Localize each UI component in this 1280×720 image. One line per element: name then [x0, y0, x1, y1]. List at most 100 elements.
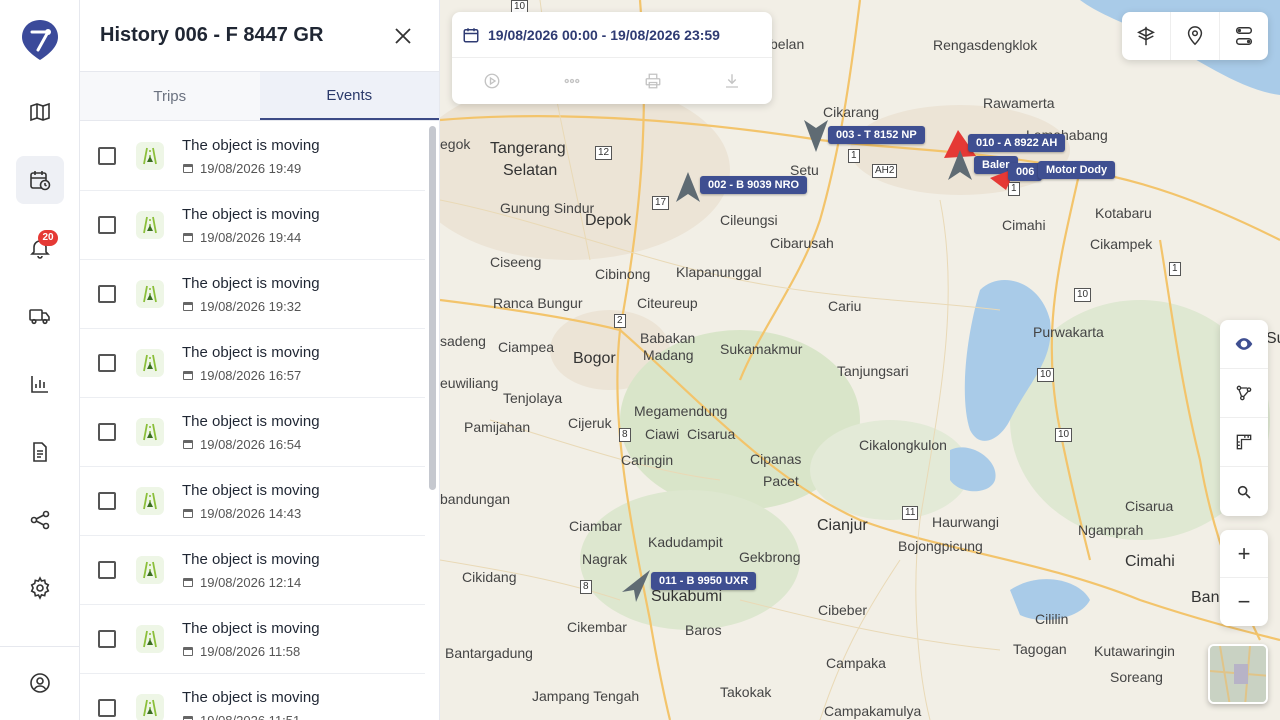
event-checkbox[interactable] [98, 561, 116, 579]
vehicle-marker-icon[interactable] [946, 148, 974, 184]
place-label: Tanjungsari [837, 363, 909, 379]
vehicle-marker-icon[interactable] [618, 568, 652, 604]
map-nav-button[interactable] [16, 88, 64, 136]
vehicle-marker-icon[interactable] [802, 118, 830, 154]
profile-nav-button[interactable] [16, 659, 64, 707]
road-shield: 10 [1055, 428, 1073, 442]
date-range-picker[interactable]: 19/08/2026 00:00 - 19/08/2026 23:59 [452, 12, 772, 58]
event-text: The object is moving 19/08/2026 12:14 [182, 551, 320, 590]
place-label: Ranca Bungur [493, 295, 583, 311]
event-list-item[interactable]: The object is moving 19/08/2026 16:54 [80, 398, 425, 467]
road-icon [136, 211, 164, 239]
more-options-button[interactable] [562, 72, 582, 90]
event-timestamp: 19/08/2026 16:57 [200, 367, 302, 383]
place-label: Cariu [828, 298, 862, 314]
history-panel: History 006 - F 8447 GR Trips Events The… [80, 0, 440, 720]
place-label: Gunung Sindur [500, 200, 595, 216]
printer-icon [645, 73, 661, 89]
search-icon [1237, 485, 1251, 499]
event-list-item[interactable]: The object is moving 19/08/2026 11:51 [80, 674, 425, 720]
calendar-small-icon [183, 716, 193, 720]
layers-icon [1137, 26, 1155, 46]
event-timestamp: 19/08/2026 12:14 [200, 574, 302, 590]
place-label: Pamijahan [464, 419, 531, 435]
left-nav-rail: 20 [0, 0, 80, 720]
place-label: Cililin [1035, 611, 1069, 627]
event-checkbox[interactable] [98, 285, 116, 303]
vehicles-nav-button[interactable] [16, 292, 64, 340]
event-checkbox[interactable] [98, 492, 116, 510]
place-label: Cikampek [1090, 236, 1153, 252]
tab-trips[interactable]: Trips [80, 72, 260, 120]
event-timestamp: 19/08/2026 14:43 [200, 505, 302, 521]
road-shield: 1 [848, 149, 860, 163]
event-checkbox[interactable] [98, 216, 116, 234]
map-search-button[interactable] [1220, 467, 1268, 516]
download-button[interactable] [723, 72, 741, 90]
play-button[interactable] [483, 72, 501, 90]
layers-button[interactable] [1122, 12, 1171, 60]
vehicle-label[interactable]: 011 - B 9950 UXR [651, 572, 757, 590]
event-checkbox[interactable] [98, 147, 116, 165]
event-list-item[interactable]: The object is moving 19/08/2026 19:44 [80, 191, 425, 260]
place-label: Kutawaringin [1094, 643, 1175, 659]
event-list: The object is moving 19/08/2026 19:49 The … [80, 122, 425, 720]
event-title: The object is moving [182, 205, 320, 223]
share-icon [30, 510, 50, 530]
settings-nav-button[interactable] [16, 564, 64, 612]
vehicle-marker-icon[interactable] [674, 170, 702, 206]
place-label: Sukabumi [651, 588, 723, 605]
close-panel-button[interactable] [387, 20, 419, 52]
calendar-small-icon [183, 647, 193, 656]
documents-nav-button[interactable] [16, 428, 64, 476]
event-timestamp: 19/08/2026 19:49 [200, 160, 302, 176]
path-button[interactable] [1220, 369, 1268, 418]
event-list-item[interactable]: The object is moving 19/08/2026 14:43 [80, 467, 425, 536]
print-button[interactable] [644, 72, 662, 90]
place-label: Cikembar [567, 619, 627, 635]
event-text: The object is moving 19/08/2026 11:51 [182, 689, 320, 720]
event-checkbox[interactable] [98, 630, 116, 648]
map-view[interactable]: Rengasdengklok Rawamerta Lemahabang Tang… [440, 0, 1280, 720]
event-title: The object is moving [182, 688, 320, 706]
road-shield: 12 [595, 146, 613, 160]
event-list-item[interactable]: The object is moving 19/08/2026 19:32 [80, 260, 425, 329]
tab-events[interactable]: Events [259, 72, 439, 120]
route-button[interactable] [1220, 12, 1268, 60]
vehicle-label[interactable]: 010 - A 8922 AH [968, 134, 1066, 152]
notifications-nav-button[interactable]: 20 [16, 224, 64, 272]
minimap-toggle[interactable] [1208, 644, 1268, 704]
zoom-controls: + − [1220, 530, 1268, 626]
event-checkbox[interactable] [98, 699, 116, 717]
zoom-out-button[interactable]: − [1220, 578, 1268, 626]
event-list-scrollbar[interactable] [429, 126, 436, 490]
reports-nav-button[interactable] [16, 360, 64, 408]
event-checkbox[interactable] [98, 354, 116, 372]
vehicle-label[interactable]: 003 - T 8152 NP [828, 126, 925, 144]
event-list-item[interactable]: The object is moving 19/08/2026 16:57 [80, 329, 425, 398]
event-list-item[interactable]: The object is moving 19/08/2026 12:14 [80, 536, 425, 605]
app-logo-icon[interactable] [20, 18, 60, 62]
place-label: Citeureup [637, 295, 698, 311]
bar-chart-icon [31, 376, 48, 393]
ruler-button[interactable] [1220, 418, 1268, 467]
event-list-item[interactable]: The object is moving 19/08/2026 11:58 [80, 605, 425, 674]
visibility-toggle-button[interactable] [1220, 320, 1268, 369]
place-label: Cikarang [823, 104, 880, 120]
place-label: Soreang [1110, 669, 1163, 685]
place-label: Klapanunggal [676, 264, 762, 280]
vehicle-label[interactable]: Motor Dody [1038, 161, 1116, 179]
share-nav-button[interactable] [16, 496, 64, 544]
place-label: egok [440, 136, 471, 152]
location-button[interactable] [1171, 12, 1220, 60]
notification-badge: 20 [38, 230, 58, 246]
place-label: Megamendung [634, 403, 728, 419]
event-title: The object is moving [182, 412, 320, 430]
vehicle-label[interactable]: 002 - B 9039 NRO [700, 176, 808, 194]
gear-icon [30, 576, 50, 600]
zoom-in-button[interactable]: + [1220, 530, 1268, 578]
history-nav-button[interactable] [16, 156, 64, 204]
event-checkbox[interactable] [98, 423, 116, 441]
event-list-item[interactable]: The object is moving 19/08/2026 19:49 [80, 122, 425, 191]
event-title: The object is moving [182, 343, 320, 361]
